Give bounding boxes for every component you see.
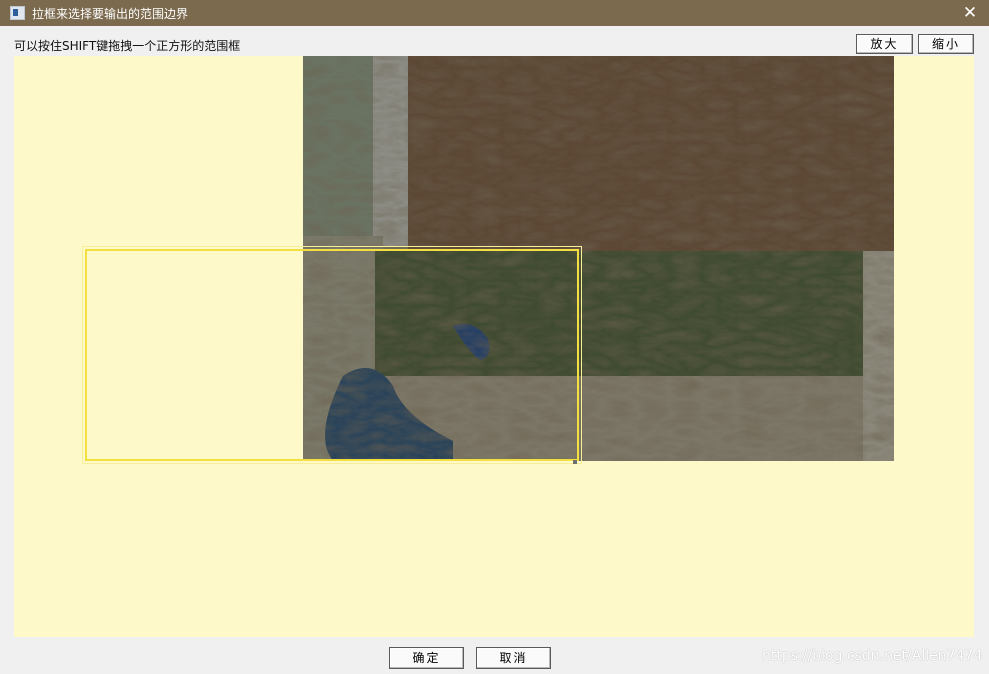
map-canvas[interactable] (14, 56, 974, 637)
watermark-text: https://blog.csdn.net/Allen7474 (762, 648, 983, 664)
selection-resize-handle[interactable] (573, 460, 577, 464)
ok-button[interactable]: 确定 (389, 647, 464, 669)
window-title: 拉框来选择要输出的范围边界 (32, 7, 189, 21)
window-app-icon (10, 6, 25, 20)
cancel-button[interactable]: 取消 (476, 647, 551, 669)
instruction-text: 可以按住SHIFT键拖拽一个正方形的范围框 (14, 39, 241, 53)
close-icon[interactable]: ✕ (957, 1, 983, 25)
zoom-out-button[interactable]: 缩小 (918, 34, 974, 54)
selection-rectangle[interactable] (82, 246, 582, 464)
title-bar: 拉框来选择要输出的范围边界 ✕ (0, 0, 989, 26)
zoom-in-button[interactable]: 放大 (856, 34, 913, 54)
